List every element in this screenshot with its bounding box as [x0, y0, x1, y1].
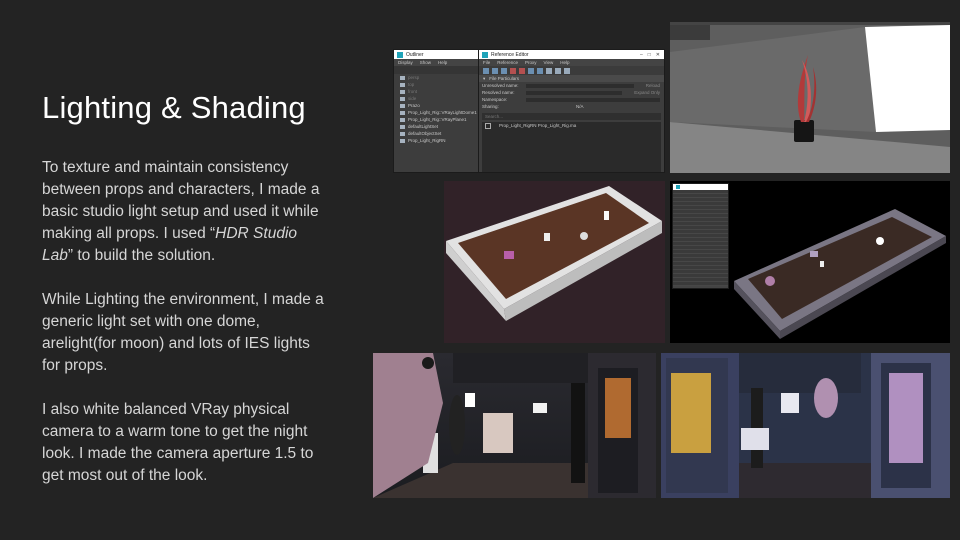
namespace-row: Namespace:: [479, 96, 664, 103]
set-icon: [400, 124, 405, 129]
maya-logo-icon: [676, 185, 680, 189]
reference-search-input[interactable]: Search...: [482, 113, 661, 120]
remove-icon[interactable]: [519, 67, 525, 74]
paragraph-environment-lighting: While Lighting the environment, I made a…: [42, 291, 324, 374]
interior-render-left: [373, 353, 656, 498]
outliner-item[interactable]: Prop_Light_Rig::VRayLightDome1: [394, 109, 478, 116]
reference-icon: [400, 138, 405, 143]
sharing-row: Sharing: N/A: [482, 104, 584, 109]
outliner-item[interactable]: front: [394, 88, 478, 95]
reference-editor-window: Reference Editor – □ ✕ File Reference Pr…: [478, 49, 665, 173]
interior-render-right: [661, 353, 950, 498]
load-reference-icon[interactable]: [483, 67, 489, 74]
import-icon[interactable]: [510, 67, 516, 74]
outliner-item[interactable]: Prop_Light_RigRN: [394, 137, 478, 144]
slide-title: Lighting & Shading: [42, 90, 306, 125]
light-icon: [400, 117, 405, 122]
outliner-titlebar: Outliner: [394, 50, 478, 59]
ref-menu-view[interactable]: View: [544, 60, 554, 65]
file-particulars-header[interactable]: ▾ File Particulars: [479, 75, 664, 82]
ref-menu-proxy[interactable]: Proxy: [525, 60, 537, 65]
set-icon: [400, 131, 405, 136]
sharing-value: N/A: [576, 104, 584, 109]
transform-icon: [400, 103, 405, 108]
studio-viewport-render: [670, 22, 950, 173]
outliner-item[interactable]: defaultLightSet: [394, 123, 478, 130]
reference-editor-toolbar: [479, 66, 664, 75]
outliner-item[interactable]: Prazo: [394, 102, 478, 109]
minimize-icon[interactable]: –: [640, 52, 643, 58]
collapse-arrow-icon: ▾: [483, 75, 486, 81]
outliner-item[interactable]: defaultObjectSet: [394, 130, 478, 137]
outliner-title: Outliner: [406, 51, 424, 58]
outliner-menubar: Display Show Help: [394, 59, 478, 66]
maya-logo-icon: [397, 51, 403, 58]
camera-icon: [400, 75, 405, 80]
interior-render-right-image: [661, 353, 950, 498]
outliner-menu-help[interactable]: Help: [438, 60, 447, 65]
expand-only-checkbox[interactable]: Expand Only: [634, 90, 660, 95]
list-view-icon[interactable]: [546, 67, 552, 74]
outliner-menu-show[interactable]: Show: [420, 60, 431, 65]
outliner-search-bar[interactable]: [394, 66, 478, 74]
outliner-item[interactable]: persp: [394, 74, 478, 81]
outliner-light-list-window: [672, 183, 729, 289]
reference-row[interactable]: Prop_Light_RigRN Prop_Light_Rig.ma: [482, 122, 661, 129]
light-icon: [400, 110, 405, 115]
outliner-list: persp top front side Prazo Prop_Light_Ri…: [394, 74, 478, 144]
grid-view-icon[interactable]: [555, 67, 561, 74]
outliner-item[interactable]: top: [394, 81, 478, 88]
reference-editor-menubar: File Reference Proxy View Help: [479, 59, 664, 66]
maya-logo-icon: [482, 51, 488, 58]
unresolved-name-field[interactable]: [526, 83, 634, 88]
namespace-field[interactable]: [526, 97, 660, 102]
gallery-top-view-render: [444, 181, 665, 343]
camera-icon: [400, 82, 405, 87]
tree-view-icon[interactable]: [564, 67, 570, 74]
window-controls: – □ ✕: [640, 52, 664, 58]
outliner-menu-display[interactable]: Display: [398, 60, 413, 65]
close-icon[interactable]: ✕: [656, 52, 660, 58]
reference-editor-title: Reference Editor: [491, 51, 529, 58]
outliner-item[interactable]: side: [394, 95, 478, 102]
maximize-icon[interactable]: □: [648, 52, 651, 58]
gallery-lighting-outliner-screenshot: [670, 181, 950, 343]
resolved-name-field[interactable]: [526, 90, 623, 95]
paragraph-studio-light: To texture and maintain consistency betw…: [42, 157, 332, 267]
reload-reference-icon[interactable]: [501, 67, 507, 74]
unload-reference-icon[interactable]: [492, 67, 498, 74]
unresolved-name-row: Unresolved name: Reload: [482, 83, 660, 88]
gallery-top-view-screenshot: [444, 181, 665, 343]
ref-menu-help[interactable]: Help: [560, 60, 569, 65]
outliner-item[interactable]: Prop_Light_Rig::VRayPlane1: [394, 116, 478, 123]
outliner-window: Outliner Display Show Help persp top fro…: [393, 49, 479, 173]
studio-light-viewport-screenshot: [670, 22, 950, 173]
ref-menu-file[interactable]: File: [483, 60, 490, 65]
outliner-light-items[interactable]: [673, 190, 728, 286]
lock-icon[interactable]: [537, 67, 543, 74]
reference-checkbox[interactable]: [485, 122, 491, 129]
reference-editor-titlebar: Reference Editor – □ ✕: [479, 50, 664, 59]
paragraph1-text-b: ” to build the solution.: [67, 247, 216, 264]
reload-button[interactable]: Reload: [646, 83, 660, 88]
interior-render-left-image: [373, 353, 656, 498]
reference-list: Prop_Light_RigRN Prop_Light_Rig.ma: [482, 122, 661, 172]
resolved-name-row: Resolved name: Expand Only: [482, 90, 660, 95]
camera-icon: [400, 89, 405, 94]
ref-menu-reference[interactable]: Reference: [497, 60, 518, 65]
paragraph-camera-settings: I also white balanced VRay physical came…: [42, 401, 314, 484]
file-particulars-label: File Particulars: [489, 76, 520, 81]
camera-icon: [400, 96, 405, 101]
duplicate-icon[interactable]: [528, 67, 534, 74]
maya-windows-screenshot: Outliner Display Show Help persp top fro…: [393, 49, 665, 173]
